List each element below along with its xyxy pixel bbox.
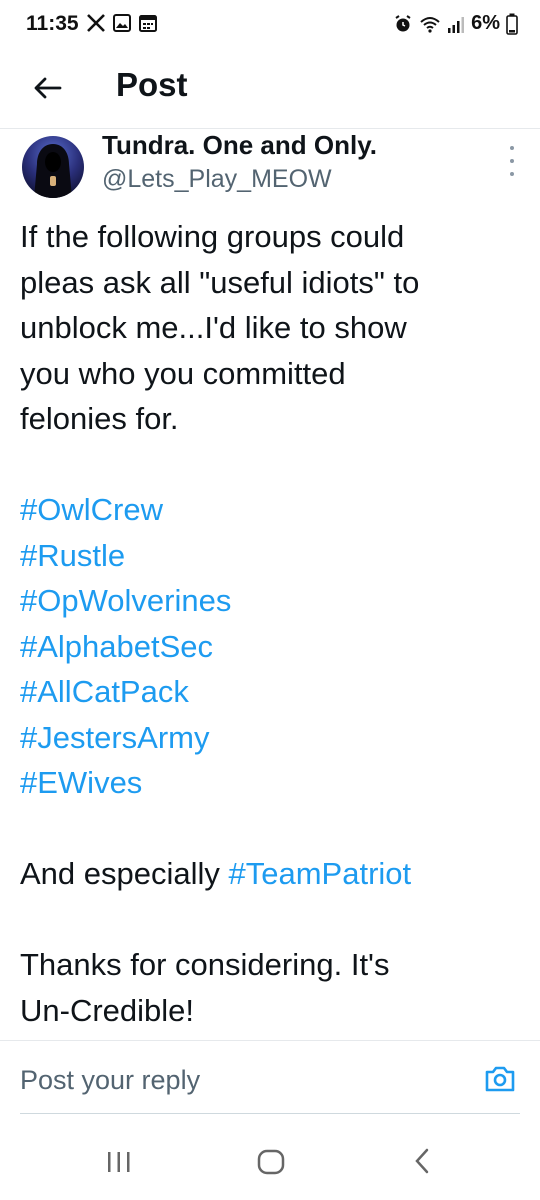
back-button[interactable] [28,68,68,108]
reply-input[interactable]: Post your reply [20,1065,200,1096]
hashtag-link[interactable]: #JestersArmy [20,715,525,761]
post-text-line: pleas ask all "useful idiots" to [20,264,420,300]
home-icon[interactable] [257,1149,285,1175]
camera-button[interactable] [482,1061,518,1097]
post-text-line: unblock me...I'd like to show [20,310,407,345]
image-icon [113,14,131,32]
reply-bar: Post your reply [0,1040,540,1115]
status-bar: 11:35 6% [0,0,540,50]
more-dot [510,159,514,163]
status-time: 11:35 [26,12,79,35]
author-handle[interactable]: @Lets_Play_MEOW [102,165,332,194]
more-dot [510,146,514,150]
post-text-line: Un-Credible! [20,992,195,1028]
post-text: If the following groups could pleas ask … [20,214,525,1033]
more-options-button[interactable] [502,146,522,176]
page-title: Post [116,66,188,103]
avatar-image [22,136,84,198]
x-logo-icon [87,14,105,32]
hashtag-link[interactable]: #TeamPatriot [229,856,412,891]
recents-icon[interactable] [106,1151,132,1173]
more-dot [510,172,514,176]
author-display-name[interactable]: Tundra. One and Only. [102,130,377,161]
arrow-left-icon [34,77,62,99]
avatar[interactable] [22,136,84,198]
hashtag-link[interactable]: #AlphabetSec [20,624,525,670]
calendar-icon [139,15,157,32]
camera-icon [485,1066,515,1092]
post-text-line: Thanks for considering. It's [20,947,390,982]
reply-underline [20,1113,520,1114]
post-text-line: If the following groups could [20,219,405,254]
especially-line: And especially #TeamPatriot [20,851,525,897]
battery-percent: 6% [471,12,500,34]
signal-icon [448,16,465,33]
hashtag-link[interactable]: #EWives [20,760,525,806]
system-nav-bar [0,1125,540,1200]
alarm-icon [395,14,411,31]
post-text-line: felonies for. [20,401,179,436]
hashtag-link[interactable]: #Rustle [20,533,525,579]
wifi-icon [420,16,440,33]
hashtag-link[interactable]: #OwlCrew [20,487,525,533]
hashtag-link[interactable]: #OpWolverines [20,578,525,624]
back-icon[interactable] [412,1147,432,1175]
especially-prefix: And especially [20,856,229,891]
post-header: Post [0,50,540,129]
post-text-line: you who you committed [20,355,346,391]
battery-icon [506,13,518,35]
hashtag-link[interactable]: #AllCatPack [20,669,525,715]
